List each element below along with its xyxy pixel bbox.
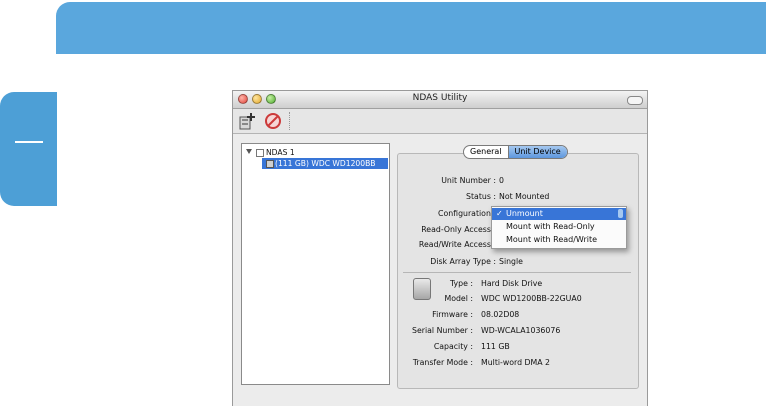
- register-device-button[interactable]: [238, 111, 258, 131]
- model-value: WDC WD1200BB-22GUA0: [481, 294, 582, 303]
- toolbar: [233, 109, 647, 134]
- toolbar-separator: [289, 112, 290, 130]
- read-write-access-label: Read/Write Access :: [418, 240, 496, 249]
- transfer-mode-value: Multi-word DMA 2: [481, 358, 551, 367]
- capacity-value: 111 GB: [481, 342, 510, 351]
- tab-control: General Unit Device: [463, 145, 568, 159]
- disclosure-triangle-icon[interactable]: [246, 149, 252, 154]
- toolbar-toggle-button[interactable]: [627, 96, 643, 105]
- device-tree[interactable]: NDAS 1 (111 GB) WDC WD1200BB: [241, 143, 390, 385]
- type-value: Hard Disk Drive: [481, 279, 543, 288]
- model-label: Model :: [444, 294, 473, 303]
- configuration-popup-menu[interactable]: ✓ Unmount Mount with Read-Only Mount wit…: [491, 206, 627, 249]
- unit-number-label: Unit Number :: [441, 176, 496, 185]
- hard-disk-icon: [413, 278, 431, 300]
- tree-item-ndas-1[interactable]: NDAS 1: [242, 147, 389, 158]
- side-tab-dash: [15, 141, 43, 143]
- menu-item-mount-read-only[interactable]: Mount with Read-Only: [492, 221, 626, 233]
- ndas-utility-window: NDAS Utility NDAS 1 (111 GB) WDC WD1200B…: [232, 90, 648, 406]
- serial-number-value: WD-WCALA1036076: [481, 326, 561, 335]
- disk-icon: [266, 160, 274, 168]
- popup-arrows-icon: [618, 209, 623, 218]
- checkbox[interactable]: [256, 149, 264, 157]
- tab-unit-device[interactable]: Unit Device: [507, 146, 567, 158]
- window-title: NDAS Utility: [412, 93, 468, 103]
- type-label: Type :: [449, 279, 473, 288]
- status-value: Not Mounted: [499, 192, 550, 201]
- unregister-device-icon: [265, 113, 281, 129]
- tree-item-label: (111 GB) WDC WD1200BB: [275, 159, 376, 168]
- menu-item-label: Mount with Read/Write: [506, 235, 598, 244]
- tree-item-label: NDAS 1: [266, 148, 295, 157]
- unregister-device-button[interactable]: [263, 111, 283, 131]
- register-device-icon: [239, 113, 255, 130]
- checkmark-icon: ✓: [496, 209, 503, 218]
- top-banner: [56, 2, 766, 54]
- tab-general[interactable]: General: [464, 146, 508, 158]
- title-bar: NDAS Utility: [233, 91, 647, 109]
- disk-array-type-value: Single: [499, 257, 523, 266]
- unit-number-value: 0: [499, 176, 504, 185]
- menu-item-label: Mount with Read-Only: [506, 222, 595, 231]
- firmware-value: 08.02D08: [481, 310, 520, 319]
- read-only-access-label: Read-Only Access :: [421, 225, 496, 234]
- disk-array-type-label: Disk Array Type :: [430, 257, 496, 266]
- menu-item-unmount[interactable]: ✓ Unmount: [492, 208, 626, 220]
- serial-number-label: Serial Number :: [412, 326, 473, 335]
- unit-device-panel: [397, 153, 639, 389]
- transfer-mode-label: Transfer Mode :: [412, 358, 473, 367]
- side-tab: [0, 92, 57, 206]
- capacity-label: Capacity :: [433, 342, 473, 351]
- menu-item-label: Unmount: [506, 209, 543, 218]
- divider: [403, 272, 631, 273]
- menu-item-mount-read-write[interactable]: Mount with Read/Write: [492, 234, 626, 246]
- configuration-label: Configuration :: [438, 209, 496, 218]
- status-label: Status :: [466, 192, 496, 201]
- firmware-label: Firmware :: [432, 310, 473, 319]
- tree-item-unit-device[interactable]: (111 GB) WDC WD1200BB: [262, 158, 388, 169]
